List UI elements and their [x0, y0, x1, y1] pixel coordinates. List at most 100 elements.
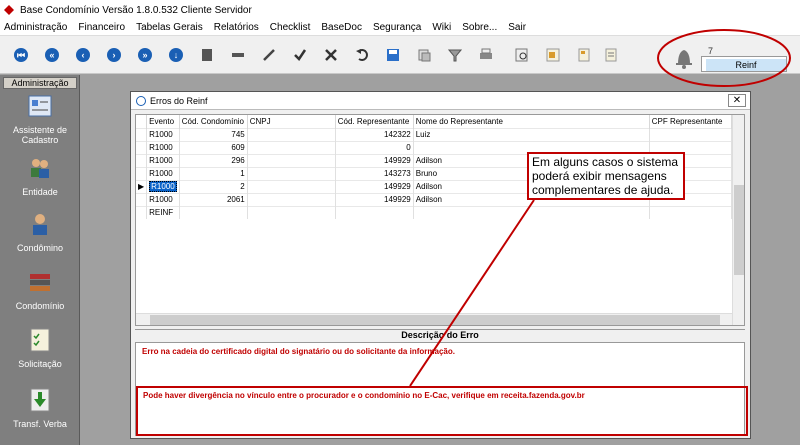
cell-cod-representante[interactable]: 0: [335, 140, 414, 154]
horizontal-scroll-thumb[interactable]: [150, 315, 720, 325]
cell-cpf[interactable]: [649, 127, 732, 141]
dialog-icon: [136, 95, 146, 106]
vertical-scroll-thumb[interactable]: [734, 185, 744, 275]
sidebar-item-solicitacao[interactable]: Solicitação: [0, 327, 80, 369]
menu-tabelas-gerais[interactable]: Tabelas Gerais: [136, 22, 203, 33]
col-header-cpf-representante[interactable]: CPF Representante: [649, 115, 732, 128]
cell-cod-condominio[interactable]: 745: [179, 127, 248, 141]
cell-cod-representante[interactable]: 149929: [335, 153, 414, 167]
col-header-cod-representante[interactable]: Cód. Representante: [335, 115, 414, 128]
menu-wiki[interactable]: Wiki: [432, 22, 451, 33]
cell-evento[interactable]: R1000: [146, 140, 180, 154]
menu-basedoc[interactable]: BaseDoc: [321, 22, 362, 33]
horizontal-scrollbar[interactable]: [136, 313, 732, 325]
sidebar-item-condominio[interactable]: Condomínio: [0, 269, 80, 311]
preview-icon[interactable]: [513, 46, 531, 64]
cell-cod-condominio[interactable]: 1: [179, 166, 248, 180]
print-icon[interactable]: [477, 46, 495, 64]
cell-cpf[interactable]: [649, 205, 732, 219]
window-title: Base Condomínio Versão 1.8.0.532 Cliente…: [20, 4, 252, 16]
sidebar-header[interactable]: Administração: [3, 77, 77, 89]
cell-nome[interactable]: Luiz: [413, 127, 650, 141]
menu-seguranca[interactable]: Segurança: [373, 22, 421, 33]
cell-cnpj[interactable]: [247, 166, 336, 180]
sidebar-item-condomino[interactable]: Condômino: [0, 211, 80, 253]
cell-evento[interactable]: R1000: [146, 192, 180, 206]
cell-cnpj[interactable]: [247, 192, 336, 206]
dialog-title-bar: Erros do Reinf: [131, 92, 750, 110]
pencil-icon[interactable]: [260, 46, 278, 64]
table-row[interactable]: R1000 745 142322 Luiz: [136, 127, 732, 141]
next-page-icon[interactable]: »: [136, 46, 154, 64]
col-header-nome-representante[interactable]: Nome do Representante: [413, 115, 650, 128]
bell-icon[interactable]: [668, 44, 700, 70]
dialog-title: Erros do Reinf: [150, 95, 208, 106]
sidebar-item-assistente[interactable]: Assistente de Cadastro: [0, 93, 80, 145]
error-description-box[interactable]: Erro na cadeia do certificado digital do…: [135, 342, 748, 436]
menu-sobre[interactable]: Sobre...: [462, 22, 497, 33]
col-header-cod-condominio[interactable]: Cód. Condomínio: [179, 115, 248, 128]
cell-cod-representante[interactable]: [335, 205, 414, 219]
description-header: Descrição do Erro: [135, 329, 745, 342]
checklist-icon: [30, 328, 50, 352]
menu-administracao[interactable]: Administração: [4, 22, 67, 33]
export-icon[interactable]: [544, 46, 562, 64]
cell-cnpj[interactable]: [247, 140, 336, 154]
cell-evento[interactable]: R1000: [146, 127, 180, 141]
cell-evento[interactable]: R1000: [146, 166, 180, 180]
menu-checklist[interactable]: Checklist: [270, 22, 311, 33]
form-icon: [28, 95, 52, 117]
cell-cod-condominio[interactable]: [179, 205, 248, 219]
cell-cod-condominio[interactable]: 296: [179, 153, 248, 167]
close-button[interactable]: ✕: [728, 94, 746, 107]
notes-icon[interactable]: [602, 46, 620, 64]
cell-cod-condominio[interactable]: 2: [179, 179, 248, 193]
col-header-evento[interactable]: Evento: [146, 115, 180, 128]
cell-cnpj[interactable]: [247, 153, 336, 167]
filter-icon[interactable]: [446, 46, 464, 64]
sidebar-item-label: Assistente de Cadastro: [12, 125, 68, 145]
cell-evento[interactable]: R1000: [146, 153, 180, 167]
vertical-scrollbar[interactable]: [732, 115, 744, 325]
cell-evento[interactable]: REINF: [146, 205, 180, 219]
cell-cod-condominio[interactable]: 2061: [179, 192, 248, 206]
menu-financeiro[interactable]: Financeiro: [78, 22, 125, 33]
menu-sair[interactable]: Sair: [508, 22, 526, 33]
table-row[interactable]: REINF: [136, 205, 732, 219]
cell-cod-representante[interactable]: 142322: [335, 127, 414, 141]
cell-cod-representante[interactable]: 149929: [335, 179, 414, 193]
col-header-cnpj[interactable]: CNPJ: [247, 115, 336, 128]
notification-item-reinf[interactable]: Reinf: [706, 59, 786, 71]
cell-cnpj[interactable]: [247, 179, 336, 193]
cell-evento[interactable]: R1000: [146, 179, 180, 193]
cell-nome[interactable]: [413, 205, 650, 219]
sidebar-item-label: Transf. Verba: [13, 419, 67, 429]
cell-cnpj[interactable]: [247, 205, 336, 219]
row-indicator: [136, 205, 148, 219]
sidebar-item-label: Condômino: [16, 243, 64, 253]
cell-cnpj[interactable]: [247, 127, 336, 141]
cell-cod-representante[interactable]: 149929: [335, 192, 414, 206]
confirm-icon[interactable]: [291, 46, 309, 64]
last-icon[interactable]: ↓: [167, 46, 185, 64]
cancel-icon[interactable]: [322, 46, 340, 64]
cell-cod-condominio[interactable]: 609: [179, 140, 248, 154]
prev-page-icon[interactable]: «: [43, 46, 61, 64]
first-icon[interactable]: ⏮: [12, 46, 30, 64]
sidebar-item-entidade[interactable]: Entidade: [0, 155, 80, 197]
menu-relatorios[interactable]: Relatórios: [214, 22, 259, 33]
sidebar-item-label: Condomínio: [15, 301, 65, 311]
undo-icon[interactable]: [353, 46, 371, 64]
attach-icon[interactable]: [575, 46, 593, 64]
title-bar: Base Condomínio Versão 1.8.0.532 Cliente…: [0, 0, 800, 20]
next-icon[interactable]: ›: [105, 46, 123, 64]
cell-cod-representante[interactable]: 143273: [335, 166, 414, 180]
copy-icon[interactable]: [415, 46, 433, 64]
sidebar-item-label: Entidade: [22, 187, 58, 197]
prev-icon[interactable]: ‹: [74, 46, 92, 64]
sidebar-item-transf-verba[interactable]: Transf. Verba: [0, 387, 80, 429]
help-callout: Em alguns casos o sistema poderá exibir …: [527, 152, 685, 200]
save-icon[interactable]: [384, 46, 402, 64]
delete-icon[interactable]: [229, 46, 247, 64]
edit-icon[interactable]: [198, 46, 216, 64]
